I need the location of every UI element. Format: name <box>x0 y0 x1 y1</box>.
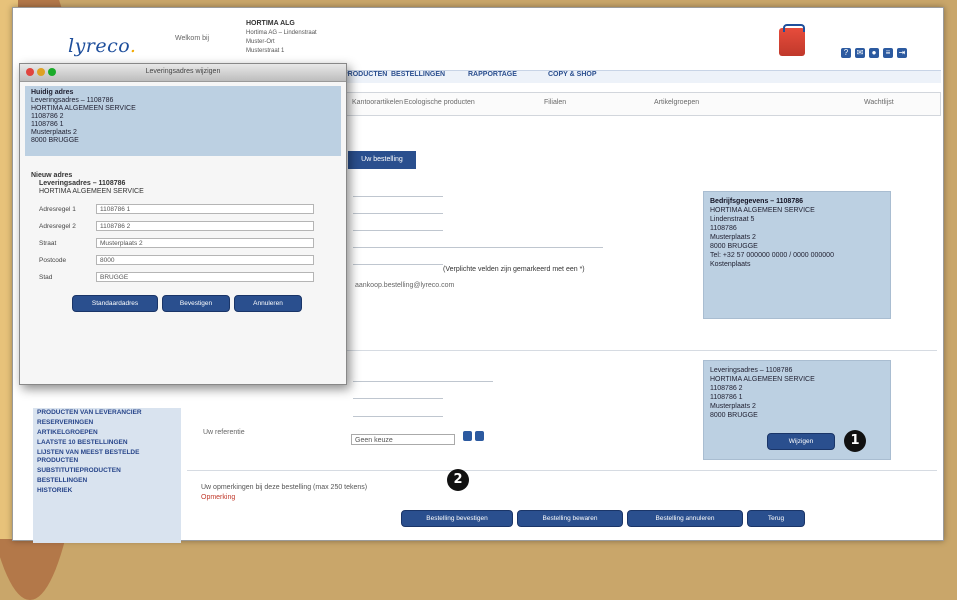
required-fields-note: (Verplichte velden zijn gemarkeerd met e… <box>443 266 585 273</box>
field-label: Adresregel 2 <box>39 223 76 230</box>
help-icon[interactable]: ? <box>841 48 851 58</box>
user-icon[interactable]: ● <box>869 48 879 58</box>
nav-item-products[interactable]: PRODUCTEN <box>343 71 387 78</box>
back-button[interactable]: Terug <box>747 510 805 527</box>
callout-marker-1b: 1 <box>844 430 866 452</box>
new-address-heading: Nieuw adres Leveringsadres – 1108786 HOR… <box>31 172 144 195</box>
subnav-item[interactable]: Ecologische producten <box>404 99 475 106</box>
address-line-1-field[interactable]: 1108786 1 <box>96 204 314 214</box>
nav-item-reports[interactable]: RAPPORTAGE <box>468 71 517 78</box>
left-menu-item[interactable]: RESERVERINGEN <box>33 418 181 428</box>
left-menu-item[interactable]: LAATSTE 10 BESTELLINGEN <box>33 438 181 448</box>
cancel-address-button[interactable]: Annuleren <box>234 295 302 312</box>
form-line[interactable] <box>353 196 443 197</box>
order-comment-note: Uw opmerkingen bij deze bestelling (max … <box>201 484 368 501</box>
nav-item-copy-shop[interactable]: COPY & SHOP <box>548 71 597 78</box>
mail-icon[interactable]: ✉ <box>855 48 865 58</box>
form-line[interactable] <box>353 247 603 248</box>
postcode-field[interactable]: 8000 <box>96 255 314 265</box>
billing-address-box: Bedrijfsgegevens – 1108786 HORTIMA ALGEM… <box>703 191 891 319</box>
subnav-item[interactable]: Artikelgroepen <box>654 99 699 106</box>
subnav-item[interactable]: Wachtlijst <box>864 99 894 106</box>
city-field[interactable]: BRUGGE <box>96 272 314 282</box>
field-label: Straat <box>39 240 57 247</box>
order-tab-button[interactable]: Uw bestelling <box>348 151 416 169</box>
current-address-box: Huidig adres Leveringsadres – 1108786 HO… <box>25 86 341 156</box>
left-menu-item[interactable]: ARTIKELGROEPEN <box>33 428 181 438</box>
default-address-button[interactable]: Standaardadres <box>72 295 158 312</box>
account-info: HORTIMA ALG Hortima AG – Lindenstraat Mu… <box>246 20 317 54</box>
change-delivery-address-button[interactable]: Wijzigen <box>767 433 835 450</box>
left-menu-item[interactable]: HISTORIEK <box>33 486 181 496</box>
lyreco-logo[interactable]: lyreco. <box>68 35 136 57</box>
welcome-label: Welkom bij <box>175 35 210 42</box>
sub-navigation: Kantoorartikelen Ecologische producten F… <box>343 92 941 116</box>
edit-icon[interactable] <box>463 431 472 441</box>
confirm-address-button[interactable]: Bevestigen <box>162 295 230 312</box>
callout-marker-2: 2 <box>447 469 469 491</box>
nav-item-orders[interactable]: BESTELLINGEN <box>391 71 445 78</box>
reference-label: Uw referentie <box>203 429 245 436</box>
confirm-order-button[interactable]: Bestelling bevestigen <box>401 510 513 527</box>
address-line-2-field[interactable]: 1108786 2 <box>96 221 314 231</box>
form-line[interactable] <box>353 398 443 399</box>
logout-icon[interactable]: ⇥ <box>897 48 907 58</box>
shopping-bag-icon[interactable] <box>779 24 805 56</box>
form-line[interactable] <box>353 381 493 382</box>
subnav-item[interactable]: Kantoorartikelen <box>352 99 403 106</box>
dialog-titlebar[interactable]: Leveringsadres wijzigen <box>20 64 346 82</box>
delete-icon[interactable] <box>475 431 484 441</box>
reference-select[interactable]: Geen keuze <box>351 434 455 445</box>
subnav-item[interactable]: Filialen <box>544 99 566 106</box>
field-label: Postcode <box>39 257 67 264</box>
form-line[interactable] <box>353 264 443 265</box>
form-line[interactable] <box>353 230 443 231</box>
section-divider <box>187 470 937 471</box>
street-field[interactable]: Musterplaats 2 <box>96 238 314 248</box>
left-menu: PRODUCTEN VAN LEVERANCIER RESERVERINGEN … <box>33 408 181 543</box>
header-icons: ? ✉ ● ≡ ⇥ <box>841 48 907 58</box>
left-menu-item[interactable]: BESTELLINGEN <box>33 476 181 486</box>
change-address-dialog: Leveringsadres wijzigen Huidig adres Lev… <box>19 63 347 385</box>
left-menu-item[interactable]: SUBSTITUTIEPRODUCTEN <box>33 466 181 476</box>
settings-icon[interactable]: ≡ <box>883 48 893 58</box>
dialog-title: Leveringsadres wijzigen <box>145 68 221 75</box>
left-menu-item[interactable]: PRODUCTEN VAN LEVERANCIER <box>33 408 181 418</box>
email-value: aankoop.bestelling@lyreco.com <box>355 282 455 289</box>
form-line[interactable] <box>353 213 443 214</box>
save-order-button[interactable]: Bestelling bewaren <box>517 510 623 527</box>
form-line[interactable] <box>353 416 443 417</box>
field-label: Adresregel 1 <box>39 206 76 213</box>
left-menu-item[interactable]: LIJSTEN VAN MEEST BESTELDE PRODUCTEN <box>33 448 181 466</box>
cancel-order-button[interactable]: Bestelling annuleren <box>627 510 743 527</box>
field-label: Stad <box>39 274 53 281</box>
